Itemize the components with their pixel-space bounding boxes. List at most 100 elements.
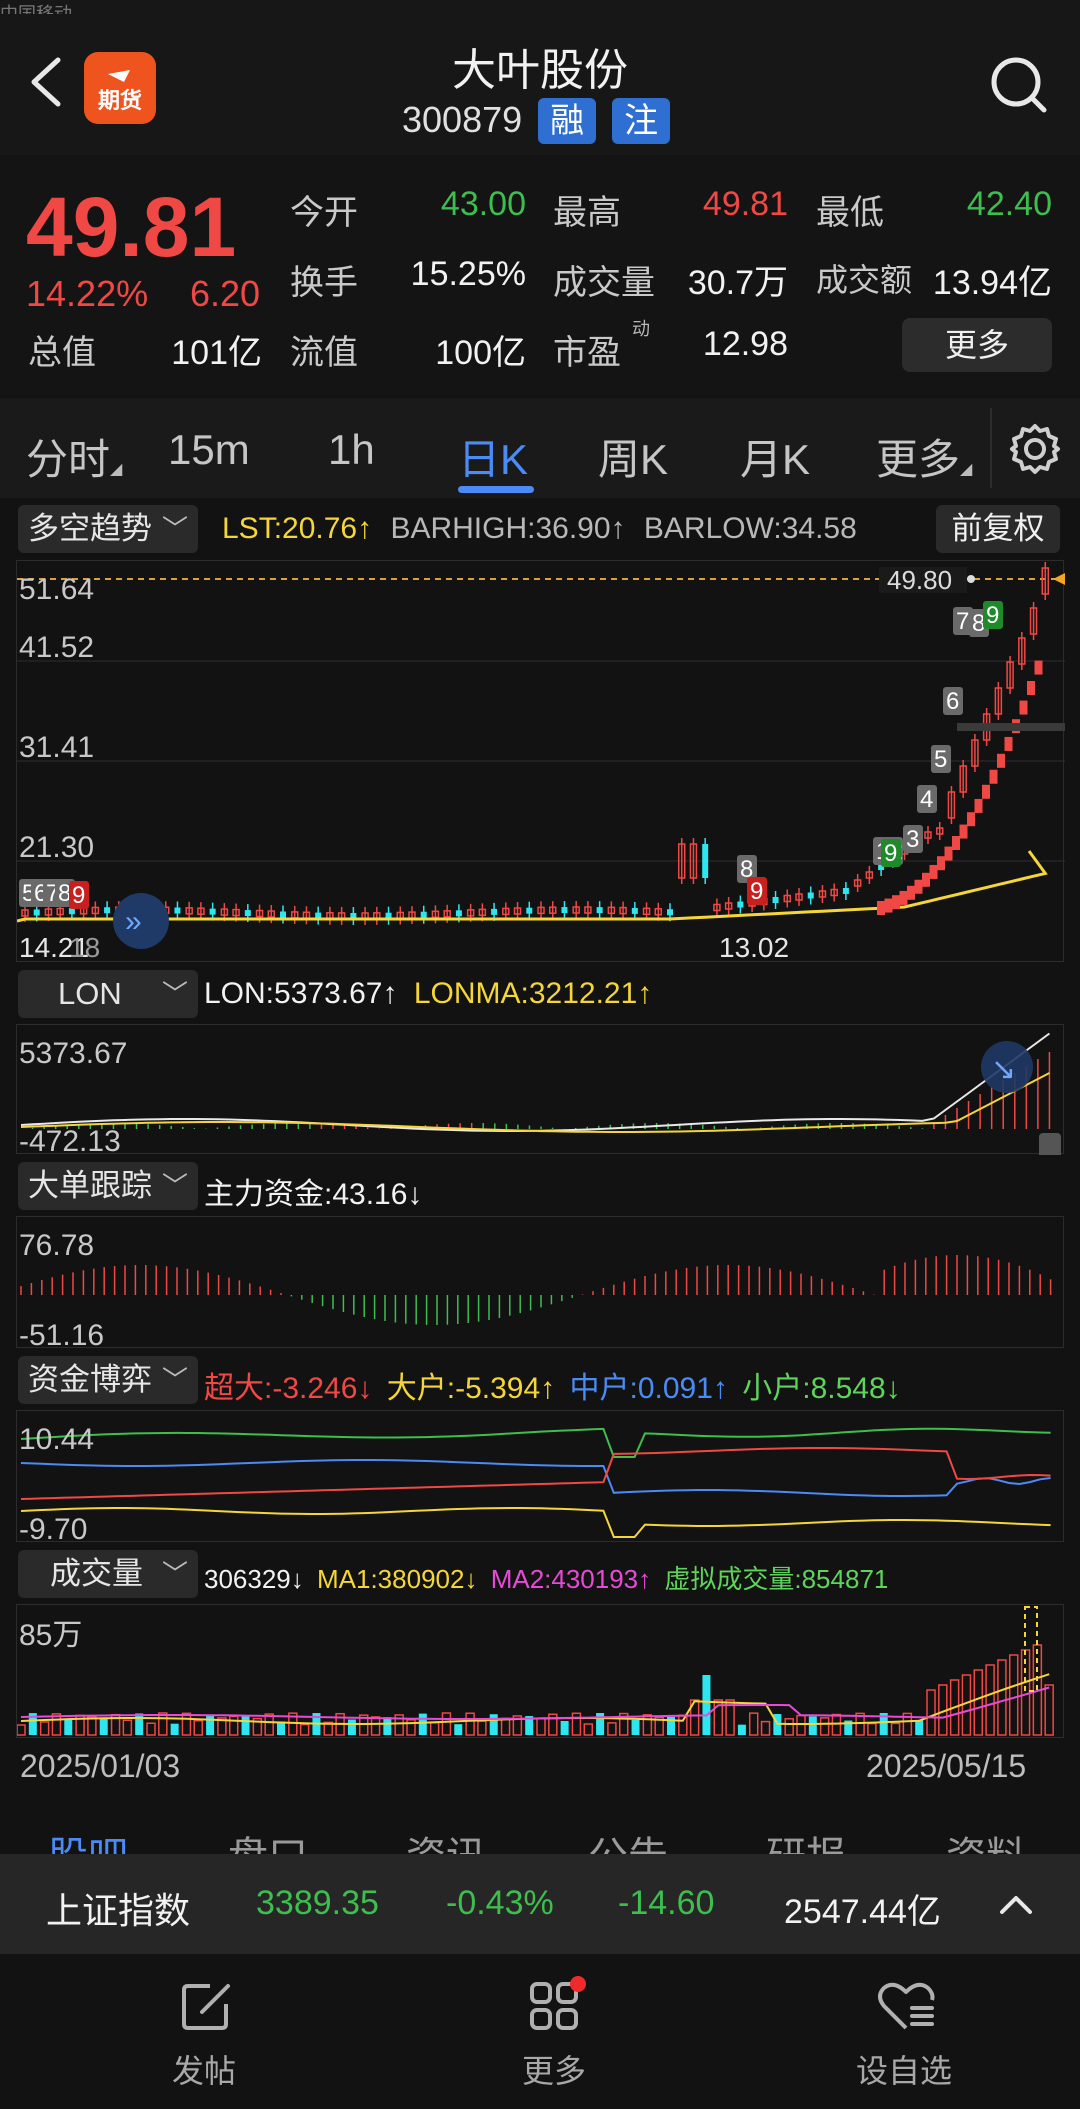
virtual-volume-value: 虚拟成交量:854871 [664, 1564, 889, 1594]
funds-chart[interactable]: 10.44 -9.70 [16, 1410, 1064, 1546]
trend-dot [1019, 700, 1028, 715]
volume-bar [16, 1724, 26, 1736]
lon-indicator-select[interactable]: LON ﹀ [18, 970, 198, 1018]
edit-icon [182, 1984, 230, 2030]
index-change: -14.60 [618, 1884, 715, 1922]
index-ticker-bar[interactable]: 上证指数 3389.35 -0.43% -14.60 2547.44亿 [0, 1854, 1080, 1954]
volume-bar [760, 1720, 771, 1736]
trend-dot [997, 753, 1005, 768]
trend-dot [899, 890, 908, 905]
candle-body [420, 911, 427, 918]
volume-bar [193, 1719, 204, 1736]
volume-bar [347, 1719, 356, 1735]
tab-news[interactable]: 资讯 [406, 1824, 486, 1854]
volume-bar [99, 1717, 108, 1735]
barlow-value: BARLOW:34.58 [643, 512, 857, 545]
total-value: 101亿 [171, 334, 262, 372]
volume-chart[interactable]: 85万 [16, 1604, 1064, 1738]
double-chevron-right-icon: » [125, 905, 142, 938]
tab-15m[interactable]: 15m [168, 426, 250, 474]
stock-code: 300879 [402, 99, 523, 140]
pe-dynamic-sup: 动 [632, 319, 650, 339]
main-fund-value: 主力资金:43.16↓ [204, 1178, 423, 1211]
candle-body [772, 897, 779, 903]
grid-icon [530, 1976, 586, 2030]
nav-add-watchlist[interactable]: 设自选 [824, 1976, 984, 2096]
nav-add-watchlist-label: 设自选 [855, 2053, 952, 2089]
tab-1h[interactable]: 1h [328, 426, 375, 474]
more-quote-button[interactable]: 更多 [902, 318, 1052, 372]
sequence-labels: 56789891234567899 [19, 601, 1003, 909]
volume-bar [454, 1724, 463, 1735]
kline-indicator-select[interactable]: 多空趋势 ﹀ [18, 505, 198, 553]
kline-chart[interactable]: 49.80 51.64 41.52 31.41 21.30 5678989123… [16, 560, 1065, 963]
volume-legend: 306329↓ MA1:380902↓ MA2:430193↑ 虚拟成交量:85… [204, 1559, 888, 1596]
end-date: 2025/05/15 [866, 1748, 1027, 1784]
volume-bar [170, 1723, 179, 1735]
volume-bar [985, 1664, 995, 1736]
nav-post[interactable]: 发帖 [124, 1976, 284, 2096]
current-price: 49.81 [26, 180, 237, 274]
tab-weekly-k[interactable]: 周K [598, 426, 668, 487]
bigorder-y-top: 76.78 [19, 1229, 94, 1262]
expand-ticker-button[interactable] [996, 1884, 1036, 1924]
nav-more[interactable]: 更多 [474, 1976, 634, 2096]
volume-bar [122, 1719, 133, 1736]
lon-chart[interactable]: 5373.67 -472.13 ↘ [16, 1024, 1064, 1193]
trend-dot [922, 872, 930, 887]
tab-research[interactable]: 研报 [766, 1824, 846, 1854]
volume-bar [784, 1718, 794, 1736]
bigorder-chart[interactable]: 76.78 -51.16 [16, 1216, 1064, 1352]
volume-bar [631, 1719, 640, 1735]
volume-bar [264, 1713, 274, 1736]
chart-settings-button[interactable] [1008, 422, 1062, 476]
margin-tag: 融 [538, 98, 597, 144]
search-button[interactable] [988, 54, 1052, 118]
volume-bar [500, 1717, 511, 1736]
volume-bar [819, 1717, 830, 1736]
y-label-3: 31.41 [19, 731, 94, 764]
y-label-2: 41.52 [19, 631, 94, 664]
trend-dot [877, 901, 885, 915]
volume-bar [146, 1722, 156, 1736]
volume-bar [1044, 1684, 1054, 1736]
lon-y-top: 5373.67 [19, 1037, 127, 1070]
volume-bar [915, 1720, 924, 1735]
tab-monthly-k[interactable]: 月K [740, 426, 810, 487]
tab-profile[interactable]: 资料 [946, 1824, 1026, 1854]
expand-arrow-icon: ↘ [991, 1053, 1016, 1086]
index-amount: 2547.44亿 [784, 1893, 941, 1931]
sequence-number: 3 [906, 826, 919, 853]
candle-body [737, 901, 744, 908]
sequence-number: 5 [934, 746, 947, 773]
trend-dot [967, 812, 975, 827]
volume-bar [607, 1722, 617, 1736]
tab-announcements[interactable]: 公告 [588, 1824, 668, 1854]
volume-label: 成交量 [553, 264, 655, 302]
trend-dot [929, 864, 938, 879]
tab-orderbook[interactable]: 盘口 [228, 1824, 308, 1854]
page-title: 大叶股份 [452, 46, 628, 95]
large-value: 大户:-5.394↑ [386, 1372, 556, 1405]
nav-more-label: 更多 [521, 2053, 586, 2089]
funds-y-top: 10.44 [19, 1423, 94, 1456]
last-price-tag: 49.80 [887, 565, 952, 595]
tab-more[interactable]: 更多◢ [876, 426, 972, 487]
volume-bar [571, 1712, 582, 1736]
tab-forum[interactable]: 股吧 [48, 1824, 128, 1854]
volume-bar [64, 1719, 73, 1735]
index-percent: -0.43% [446, 1884, 554, 1922]
bigorder-indicator-select[interactable]: 大单跟踪 ﹀ [18, 1162, 198, 1210]
candle-body [561, 907, 568, 914]
change-percent: 14.22% [26, 273, 149, 314]
volume-indicator-select[interactable]: 成交量 ﹀ [18, 1550, 198, 1598]
volume-bar [748, 1712, 759, 1736]
lon-value: LON:5373.67↑ [204, 977, 398, 1010]
tab-daily-k[interactable]: 日K [458, 426, 528, 487]
funds-indicator-select[interactable]: 资金博弈 ﹀ [18, 1356, 198, 1404]
heart-list-icon [878, 1982, 935, 2030]
volume-bar [737, 1724, 746, 1735]
adjust-button[interactable]: 前复权 [936, 505, 1060, 553]
tab-intraday[interactable]: 分时◢ [26, 426, 122, 487]
high-label: 最高 [553, 194, 621, 232]
